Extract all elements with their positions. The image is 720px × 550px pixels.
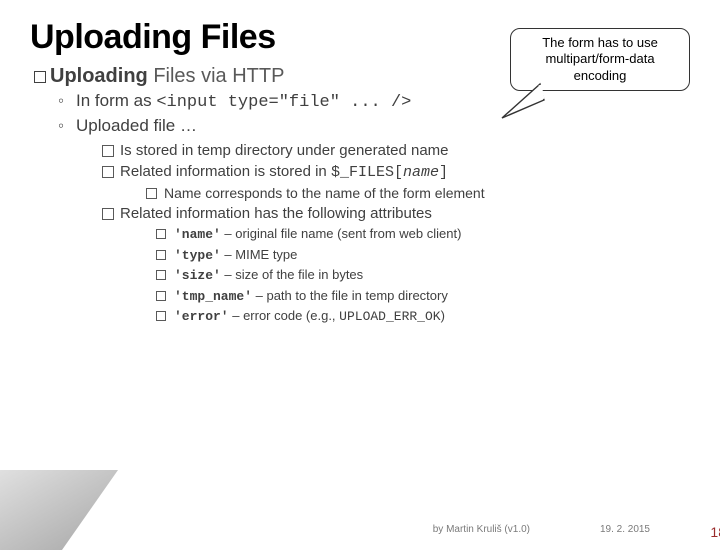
footer-date: 19. 2. 2015 (600, 524, 650, 535)
list-level2: In form as <input type="file" ... /> Upl… (58, 90, 690, 327)
list-item: 'name' – original file name (sent from w… (156, 224, 690, 245)
list-item: 'type' – MIME type (156, 245, 690, 266)
attr-key: 'tmp_name' (174, 289, 252, 304)
accent-decoration (0, 470, 118, 550)
code: <input type="file" ... /> (156, 93, 411, 112)
attr-desc: – original file name (sent from web clie… (221, 226, 462, 241)
list-level3: Is stored in temp directory under genera… (102, 140, 690, 327)
text: Related information has the following at… (120, 205, 432, 222)
attr-key: 'error' (174, 309, 229, 324)
attr-key: 'size' (174, 268, 221, 283)
attr-desc: ) (441, 308, 445, 323)
attr-desc: – error code (e.g., (229, 308, 340, 323)
list-item: Is stored in temp directory under genera… (102, 140, 690, 161)
list-level4: Name corresponds to the name of the form… (146, 183, 690, 203)
list-item: Uploaded file … Is stored in temp direct… (58, 115, 690, 327)
text: In form as (76, 91, 156, 110)
subtitle-prefix: Uploading (50, 65, 148, 87)
subtitle-rest: Files via HTTP (148, 65, 285, 87)
code-arg: name (403, 164, 439, 181)
bullet-icon (34, 71, 46, 83)
slide: Uploading Files The form has to use mult… (0, 0, 720, 540)
code: ] (439, 164, 448, 181)
list-item: Related information has the following at… (102, 203, 690, 327)
attr-desc: – path to the file in temp directory (252, 288, 448, 303)
text: Related information is stored in (120, 163, 331, 180)
list-item: 'tmp_name' – path to the file in temp di… (156, 286, 690, 307)
attr-desc: – size of the file in bytes (221, 267, 363, 282)
list-item: 'size' – size of the file in bytes (156, 265, 690, 286)
footer-author: by Martin Kruliš (v1.0) (433, 524, 530, 535)
attr-desc: – MIME type (221, 247, 298, 262)
page-number: 18 (710, 524, 720, 540)
list-item: Related information is stored in $_FILES… (102, 161, 690, 203)
attr-key: 'name' (174, 227, 221, 242)
code: $_FILES[ (331, 164, 403, 181)
code: UPLOAD_ERR_OK (339, 309, 440, 324)
list-item: Name corresponds to the name of the form… (146, 183, 690, 203)
text: Uploaded file … (76, 116, 197, 135)
attr-key: 'type' (174, 248, 221, 263)
list-level5: 'name' – original file name (sent from w… (156, 224, 690, 327)
list-item: In form as <input type="file" ... /> (58, 90, 690, 115)
list-item: 'error' – error code (e.g., UPLOAD_ERR_O… (156, 306, 690, 327)
